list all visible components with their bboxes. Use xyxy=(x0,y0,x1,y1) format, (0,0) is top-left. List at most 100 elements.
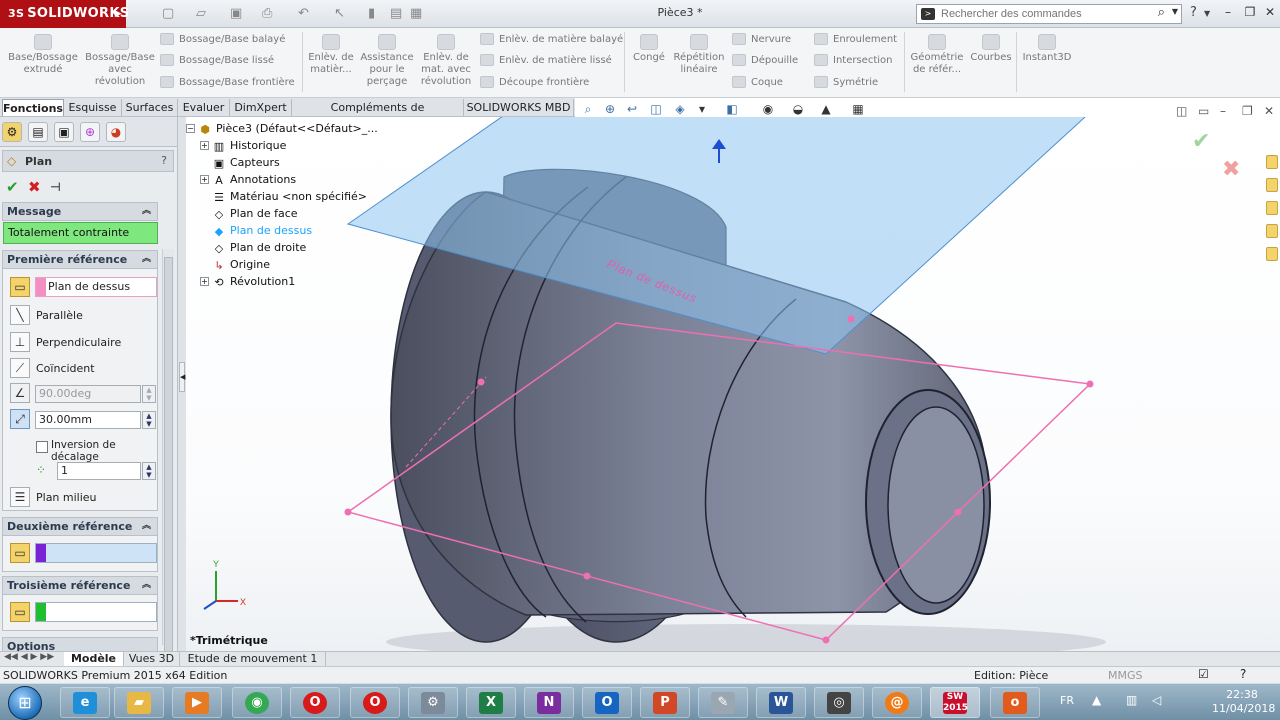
count-spinner[interactable]: ▲ ▼ xyxy=(142,462,156,480)
reference-selection-icon[interactable]: ▭ xyxy=(10,602,30,622)
angle-icon[interactable]: ∠ xyxy=(10,383,30,403)
viewport-tile-icon[interactable]: ◫ xyxy=(1176,104,1187,118)
first-ref-group-header[interactable]: Première référence ︽ xyxy=(2,250,158,269)
view-orientation-icon[interactable]: ◈ xyxy=(672,101,688,117)
mirror-button[interactable]: Symétrie xyxy=(814,74,878,92)
pushpin-icon[interactable]: ⊣ xyxy=(50,180,61,194)
hide-show-icon[interactable]: ◉ xyxy=(760,101,776,117)
restore-icon[interactable]: ❐ xyxy=(1242,4,1258,20)
taskbar-paint[interactable]: ✎ xyxy=(698,687,748,718)
graphics-area[interactable]: Plan de dessus Y X − ⬢ Pièce3 (Défaut<<Déf… xyxy=(186,117,1280,651)
taskbar-onenote[interactable]: N xyxy=(524,687,574,718)
lofted-cut-button[interactable]: Enlèv. de matière lissé xyxy=(480,52,612,70)
pm-scrollbar[interactable] xyxy=(162,249,174,651)
rebuild-status-icon[interactable]: ☑ xyxy=(1198,667,1209,682)
panel-splitter[interactable]: ◀ xyxy=(178,117,186,651)
task-pane-library-icon[interactable] xyxy=(1266,178,1278,192)
tab-modele[interactable]: Modèle xyxy=(64,652,124,666)
solidworks-logo[interactable]: 3S SOLIDWORKS ▶ xyxy=(0,0,129,28)
undo-icon[interactable]: ↶ xyxy=(298,5,309,23)
chevron-down-icon[interactable]: ▾ xyxy=(694,101,710,117)
expand-toggle-icon[interactable]: + xyxy=(200,277,209,286)
coincident-option[interactable]: Coïncident xyxy=(36,362,95,375)
display-style-icon[interactable]: ◧ xyxy=(724,101,740,117)
second-ref-field[interactable] xyxy=(35,543,157,563)
confirm-ok-icon[interactable]: ✔ xyxy=(1192,129,1210,154)
taskbar-avast[interactable]: @ xyxy=(872,687,922,718)
fillet-button[interactable]: Congé xyxy=(628,34,670,64)
task-pane-views-icon[interactable] xyxy=(1266,224,1278,238)
tree-item-origine[interactable]: ↳ Origine xyxy=(212,256,270,273)
bore-inner[interactable] xyxy=(887,406,985,604)
taskbar-word[interactable]: W xyxy=(756,687,806,718)
cut-extrude-button[interactable]: Enlèv. de matièr... xyxy=(306,34,356,76)
lofted-boss-button[interactable]: Bossage/Base lissé xyxy=(160,52,274,70)
save-icon[interactable]: ▣ xyxy=(230,5,242,23)
chevron-down-icon[interactable]: ▼ xyxy=(1172,7,1178,16)
windows-start-icon[interactable]: ⊞ xyxy=(8,686,42,720)
zoom-area-icon[interactable]: ⊕ xyxy=(602,101,618,117)
boundary-cut-button[interactable]: Découpe frontière xyxy=(480,74,589,92)
plane-handle[interactable] xyxy=(477,378,485,386)
confirm-cancel-icon[interactable]: ✖ xyxy=(1222,157,1240,182)
reference-selection-icon[interactable]: ▭ xyxy=(10,543,30,563)
edit-appearance-icon[interactable]: ◒ xyxy=(790,101,806,117)
taskbar-opera-2[interactable]: O xyxy=(350,687,400,718)
task-pane-resources-icon[interactable] xyxy=(1266,155,1278,169)
taskbar-media[interactable]: ▶ xyxy=(172,687,222,718)
taskbar-chrome[interactable]: ◉ xyxy=(232,687,282,718)
offset-distance-input[interactable]: 30.00mm xyxy=(35,411,141,429)
section-view-icon[interactable]: ◫ xyxy=(648,101,664,117)
tab-complements[interactable]: Compléments de SOLIDWORKS xyxy=(292,99,464,131)
print-icon[interactable]: ⎙ xyxy=(262,5,272,23)
swept-cut-button[interactable]: Enlèv. de matière balayé xyxy=(480,31,623,49)
collapse-panel-handle[interactable]: ◀ xyxy=(179,362,185,392)
expand-toggle-icon[interactable]: + xyxy=(200,175,209,184)
command-search[interactable]: > ⌕ ▼ xyxy=(916,4,1182,24)
perpendicular-option[interactable]: Perpendiculaire xyxy=(36,336,121,349)
task-pane-explorer-icon[interactable] xyxy=(1266,201,1278,215)
offset-distance-icon[interactable]: ⤢ xyxy=(10,409,30,429)
wrap-button[interactable]: Enroulement xyxy=(814,31,897,49)
options-icon[interactable]: ▦ xyxy=(410,5,422,23)
help-icon[interactable]: ? xyxy=(1190,5,1197,20)
language-indicator[interactable]: FR xyxy=(1060,694,1074,707)
ok-check-icon[interactable]: ✔ xyxy=(6,178,19,196)
second-ref-group-header[interactable]: Deuxième référence ︽ xyxy=(2,517,158,536)
open-icon[interactable]: ▱ xyxy=(196,5,206,23)
viewport-restore-icon[interactable]: ❐ xyxy=(1242,104,1253,118)
third-ref-field[interactable] xyxy=(35,602,157,622)
cancel-x-icon[interactable]: ✖ xyxy=(28,178,41,196)
feature-manager-icon[interactable]: ⚙ xyxy=(2,122,22,142)
plane-handle[interactable] xyxy=(954,508,962,516)
intersect-button[interactable]: Intersection xyxy=(814,52,893,70)
base-extrude-button[interactable]: Base/Bossage extrudé xyxy=(4,34,82,76)
collapse-toggle-icon[interactable]: − xyxy=(186,124,195,133)
tree-item-historique[interactable]: + ▥ Historique xyxy=(200,137,286,154)
tooltip-icon[interactable]: ? xyxy=(1240,667,1246,682)
perpendicular-icon[interactable]: ⊥ xyxy=(10,332,30,352)
taskbar-video[interactable]: ◎ xyxy=(814,687,864,718)
unit-system[interactable]: MMGS xyxy=(1108,668,1143,683)
plane-handle[interactable] xyxy=(1086,380,1094,388)
taskbar-opera[interactable]: O xyxy=(290,687,340,718)
viewport-close-icon[interactable]: ✕ xyxy=(1264,104,1274,118)
plane-handle[interactable] xyxy=(583,572,591,580)
offset-spinner[interactable]: ▲ ▼ xyxy=(142,411,156,429)
taskbar-explorer[interactable]: ▰ xyxy=(114,687,164,718)
linear-pattern-button[interactable]: Répétition linéaire xyxy=(672,34,726,76)
taskbar-outlook[interactable]: O xyxy=(582,687,632,718)
volume-icon[interactable]: ◁ xyxy=(1152,693,1161,707)
tab-surfaces[interactable]: Surfaces xyxy=(122,99,178,116)
tab-motion-study[interactable]: Etude de mouvement 1 xyxy=(180,652,326,666)
viewport-split-icon[interactable]: ▭ xyxy=(1198,104,1209,118)
angle-spinner[interactable]: ▲ ▼ xyxy=(142,385,156,403)
coincident-icon[interactable]: ⟋ xyxy=(10,358,30,378)
taskbar-excel[interactable]: X xyxy=(466,687,516,718)
message-group-header[interactable]: Message ︽ xyxy=(2,202,158,221)
tab-vues-3d[interactable]: Vues 3D xyxy=(124,652,180,666)
minimize-icon[interactable]: – xyxy=(1220,4,1236,20)
tab-evaluer[interactable]: Evaluer xyxy=(178,99,230,116)
mid-plane-icon[interactable]: ☰ xyxy=(10,487,30,507)
tree-item-plan-de-droite[interactable]: ◇ Plan de droite xyxy=(212,239,307,256)
